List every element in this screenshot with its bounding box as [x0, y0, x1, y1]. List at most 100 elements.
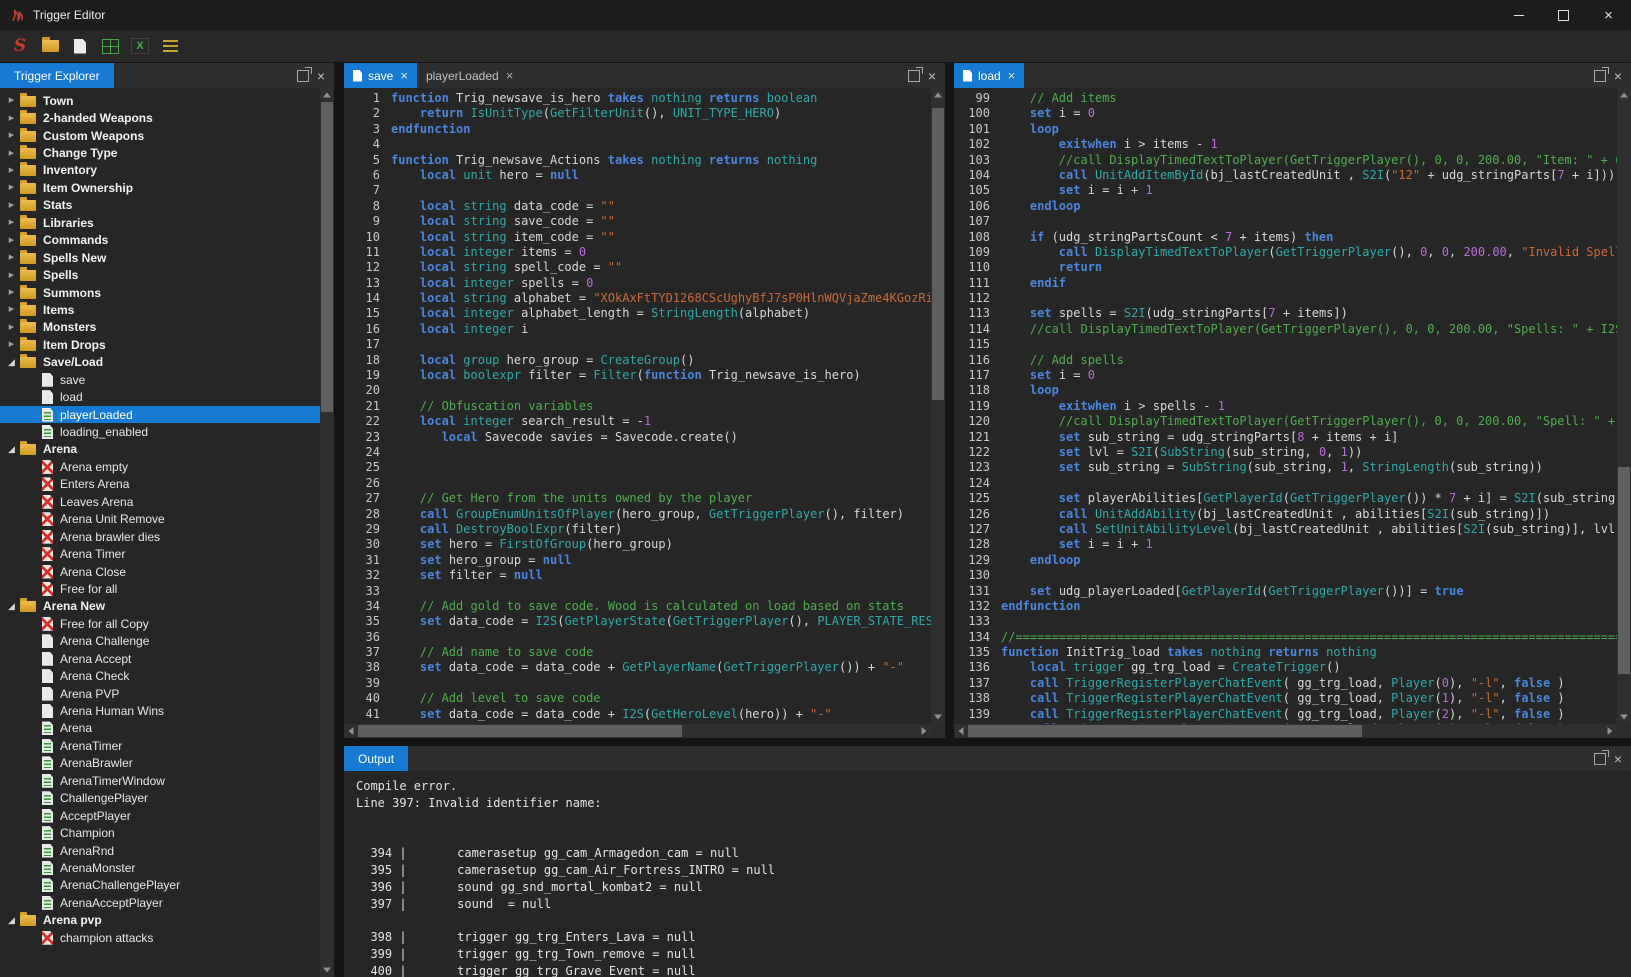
editor-horizontal-scrollbar[interactable] [954, 724, 1617, 738]
tab-load[interactable]: load× [954, 63, 1024, 88]
tree-item-commands[interactable]: ▶Commands [0, 232, 320, 249]
scroll-down-arrow-icon[interactable] [320, 963, 334, 977]
code-surface[interactable]: 99 // Add items100 set i = 0101 loop102 … [954, 88, 1617, 724]
code-surface[interactable]: 1function Trig_newsave_is_hero takes not… [344, 88, 931, 724]
tree-item-challengeplayer[interactable]: ChallengePlayer [0, 790, 320, 807]
tree-item-playerloaded[interactable]: playerLoaded [0, 406, 320, 423]
tree-item-arena-pvp[interactable]: ◢Arena pvp [0, 912, 320, 929]
tree-item-arenachallengeplayer[interactable]: ArenaChallengePlayer [0, 877, 320, 894]
scroll-right-arrow-icon[interactable] [1603, 724, 1617, 738]
tree-item-arena-empty[interactable]: Arena empty [0, 458, 320, 475]
chevron-collapsed-icon[interactable]: ▶ [3, 132, 20, 139]
chevron-collapsed-icon[interactable]: ▶ [3, 289, 20, 296]
chevron-collapsed-icon[interactable]: ▶ [3, 150, 20, 157]
tree-item-change-type[interactable]: ▶Change Type [0, 144, 320, 161]
chevron-expanded-icon[interactable]: ◢ [3, 916, 20, 925]
float-panel-icon[interactable] [297, 70, 309, 82]
tree-item-inventory[interactable]: ▶Inventory [0, 162, 320, 179]
scroll-up-arrow-icon[interactable] [320, 88, 334, 102]
tree-item-arenatimer[interactable]: ArenaTimer [0, 737, 320, 754]
app-logo-button[interactable]: S [6, 33, 34, 59]
tree-item-champion[interactable]: Champion [0, 824, 320, 841]
chevron-collapsed-icon[interactable]: ▶ [3, 97, 20, 104]
scrollbar-track[interactable] [931, 102, 945, 710]
tab-close-icon[interactable]: × [400, 68, 408, 83]
chevron-collapsed-icon[interactable]: ▶ [3, 167, 20, 174]
tree-item-enters-arena[interactable]: Enters Arena [0, 476, 320, 493]
editor-vertical-scrollbar[interactable] [1617, 88, 1631, 724]
scroll-left-arrow-icon[interactable] [954, 724, 968, 738]
custom-script-button[interactable]: X [126, 33, 154, 59]
chevron-collapsed-icon[interactable]: ▶ [3, 202, 20, 209]
output-tab[interactable]: Output [344, 746, 408, 771]
tree-item-arena-timer[interactable]: Arena Timer [0, 545, 320, 562]
scrollbar-thumb[interactable] [932, 108, 944, 400]
tree-item-acceptplayer[interactable]: AcceptPlayer [0, 807, 320, 824]
scrollbar-thumb[interactable] [358, 725, 682, 737]
float-panel-icon[interactable] [908, 70, 920, 82]
maximize-button[interactable] [1541, 0, 1586, 30]
tree-item-arena-pvp[interactable]: Arena PVP [0, 685, 320, 702]
tree-item-town[interactable]: ▶Town [0, 92, 320, 109]
scrollbar-thumb[interactable] [1618, 467, 1630, 674]
tree-item-arena[interactable]: Arena [0, 720, 320, 737]
scroll-down-arrow-icon[interactable] [931, 710, 945, 724]
tree-item-arenabrawler[interactable]: ArenaBrawler [0, 755, 320, 772]
minimize-button[interactable] [1496, 0, 1541, 30]
scrollbar-track[interactable] [1617, 102, 1631, 710]
trigger-list-button[interactable] [156, 33, 184, 59]
chevron-collapsed-icon[interactable]: ▶ [3, 324, 20, 331]
tab-close-icon[interactable]: × [506, 68, 514, 83]
scroll-up-arrow-icon[interactable] [931, 88, 945, 102]
close-button[interactable]: × [1586, 0, 1631, 30]
tree-item-arena-check[interactable]: Arena Check [0, 667, 320, 684]
tree-item-arenaacceptplayer[interactable]: ArenaAcceptPlayer [0, 894, 320, 911]
scroll-up-arrow-icon[interactable] [1617, 88, 1631, 102]
scrollbar-track[interactable] [358, 724, 917, 738]
tab-playerloaded[interactable]: playerLoaded× [417, 63, 522, 88]
scrollbar-thumb[interactable] [968, 725, 1362, 737]
scrollbar-track[interactable] [320, 102, 334, 963]
close-panel-icon[interactable]: × [1614, 752, 1622, 766]
tree-item-arena[interactable]: ◢Arena [0, 441, 320, 458]
editor-vertical-scrollbar[interactable] [931, 88, 945, 724]
tab-save[interactable]: save× [344, 63, 417, 88]
chevron-expanded-icon[interactable]: ◢ [3, 358, 20, 367]
tree-item-arena-human-wins[interactable]: Arena Human Wins [0, 702, 320, 719]
tree-item-free-for-all[interactable]: Free for all [0, 580, 320, 597]
tree-item-items[interactable]: ▶Items [0, 301, 320, 318]
tree-item-arenarnd[interactable]: ArenaRnd [0, 842, 320, 859]
close-panel-icon[interactable]: × [1614, 69, 1622, 83]
tree-item-save[interactable]: save [0, 371, 320, 388]
tree-item-arena-accept[interactable]: Arena Accept [0, 650, 320, 667]
tree-item-stats[interactable]: ▶Stats [0, 197, 320, 214]
float-panel-icon[interactable] [1594, 753, 1606, 765]
tree-item-2-handed-weapons[interactable]: ▶2-handed Weapons [0, 109, 320, 126]
chevron-collapsed-icon[interactable]: ▶ [3, 341, 20, 348]
tree-item-item-drops[interactable]: ▶Item Drops [0, 336, 320, 353]
scroll-down-arrow-icon[interactable] [1617, 710, 1631, 724]
chevron-expanded-icon[interactable]: ◢ [3, 445, 20, 454]
tree-item-arena-challenge[interactable]: Arena Challenge [0, 633, 320, 650]
trigger-explorer-tab[interactable]: Trigger Explorer [0, 63, 114, 88]
tree-item-arena-new[interactable]: ◢Arena New [0, 598, 320, 615]
tree-item-item-ownership[interactable]: ▶Item Ownership [0, 179, 320, 196]
scroll-left-arrow-icon[interactable] [344, 724, 358, 738]
tree-item-custom-weapons[interactable]: ▶Custom Weapons [0, 127, 320, 144]
tree-item-load[interactable]: load [0, 388, 320, 405]
chevron-collapsed-icon[interactable]: ▶ [3, 219, 20, 226]
tree-item-save-load[interactable]: ◢Save/Load [0, 354, 320, 371]
tree-item-arena-unit-remove[interactable]: Arena Unit Remove [0, 511, 320, 528]
chevron-collapsed-icon[interactable]: ▶ [3, 184, 20, 191]
chevron-collapsed-icon[interactable]: ▶ [3, 306, 20, 313]
tree-item-arenatimerwindow[interactable]: ArenaTimerWindow [0, 772, 320, 789]
tree-item-arena-brawler-dies[interactable]: Arena brawler dies [0, 528, 320, 545]
editor-horizontal-scrollbar[interactable] [344, 724, 931, 738]
chevron-collapsed-icon[interactable]: ▶ [3, 254, 20, 261]
tree-item-summons[interactable]: ▶Summons [0, 284, 320, 301]
chevron-collapsed-icon[interactable]: ▶ [3, 237, 20, 244]
close-panel-icon[interactable]: × [317, 69, 325, 83]
open-folder-button[interactable] [36, 33, 64, 59]
tree-item-free-for-all-copy[interactable]: Free for all Copy [0, 615, 320, 632]
tab-close-icon[interactable]: × [1008, 68, 1016, 83]
